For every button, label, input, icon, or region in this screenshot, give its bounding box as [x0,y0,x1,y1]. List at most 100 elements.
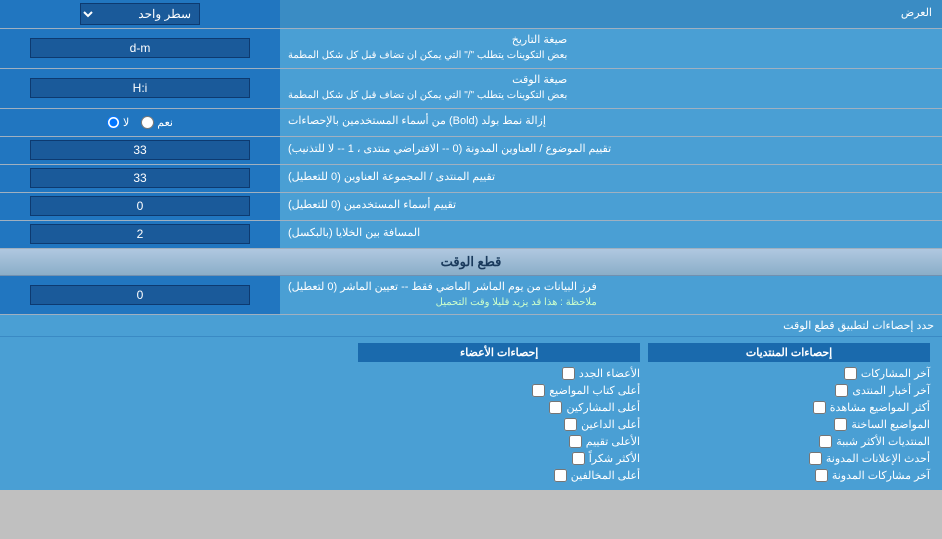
page-title: العرض [280,0,942,28]
cb-top-rated: الأعلى تقييم [358,433,640,450]
cb-new-members-input[interactable] [562,367,575,380]
cb-top-inviters: أعلى الداعين [358,416,640,433]
bold-remove-radio-group: نعم لا [107,116,173,129]
cb-most-thanked: الأكثر شكراً [358,450,640,467]
cutoff-input-cell [0,276,280,315]
radio-yes-input[interactable] [141,116,154,129]
radio-no: لا [107,116,129,129]
cutoff-row: فرز البيانات من يوم الماشر الماضي فقط --… [0,276,942,316]
cb-top-violators: أعلى المخالفين [358,467,640,484]
forum-order-text: تقييم المنتدى / المجموعة العناوين (0 للت… [288,170,495,185]
date-format-row: صيغة التاريخبعض التكوينات يتطلب "/" التي… [0,29,942,69]
cb-top-inviters-label: أعلى الداعين [581,418,640,431]
display-mode-cell: سطر واحد سطرين ثلاثة أسطر [0,0,280,28]
cb-top-violators-input[interactable] [554,469,567,482]
cb-last-blog-posts-label: آخر مشاركات المدونة [832,469,930,482]
cb-hot-topics-input[interactable] [834,418,847,431]
date-format-input-cell [0,29,280,68]
forum-order-input[interactable] [30,168,250,188]
gap-label: المسافة بين الخلايا (بالبكسل) [280,221,942,248]
cb-hot-topics: المواضيع الساخنة [648,416,930,433]
time-format-label: صيغة الوقتبعض التكوينات يتطلب "/" التي ي… [280,69,942,108]
stats-forums-col: إحصاءات المنتديات آخر المشاركات آخر أخبا… [644,343,934,484]
radio-no-label: لا [123,116,129,129]
cutoff-label: فرز البيانات من يوم الماشر الماضي فقط --… [280,276,942,315]
cb-last-news-input[interactable] [835,384,848,397]
cutoff-text: فرز البيانات من يوم الماشر الماضي فقط --… [288,280,597,311]
cb-top-rated-label: الأعلى تقييم [586,435,640,448]
stats-members-col: إحصاءات الأعضاء الأعضاء الجدد أعلى كتاب … [354,343,644,484]
display-mode-select[interactable]: سطر واحد سطرين ثلاثة أسطر [80,3,200,25]
topic-order-input-cell [0,137,280,164]
time-format-row: صيغة الوقتبعض التكوينات يتطلب "/" التي ي… [0,69,942,109]
cb-most-thanked-label: الأكثر شكراً [589,452,640,465]
cb-last-blog-posts: آخر مشاركات المدونة [648,467,930,484]
cb-new-members-label: الأعضاء الجدد [579,367,640,380]
forum-order-input-cell [0,165,280,192]
cb-top-rated-input[interactable] [569,435,582,448]
cb-popular-forums-input[interactable] [819,435,832,448]
cb-last-news-label: آخر أخبار المنتدى [852,384,930,397]
cutoff-section-header: قطع الوقت [0,249,942,276]
topic-order-text: تقييم الموضوع / العناوين المدونة (0 -- ا… [288,142,611,157]
cb-top-participants-input[interactable] [549,401,562,414]
bold-remove-row: إزالة نمط بولد (Bold) من أسماء المستخدمي… [0,109,942,137]
cb-new-members: الأعضاء الجدد [358,365,640,382]
title-row: العرض سطر واحد سطرين ثلاثة أسطر [0,0,942,29]
cb-most-thanked-input[interactable] [572,452,585,465]
cb-top-violators-label: أعلى المخالفين [571,469,640,482]
cutoff-input[interactable] [30,285,250,305]
radio-no-input[interactable] [107,116,120,129]
cb-latest-announcements-label: أحدث الإعلانات المدونة [826,452,930,465]
cb-top-writers: أعلى كتاب المواضيع [358,382,640,399]
cb-top-inviters-input[interactable] [564,418,577,431]
cb-hot-topics-label: المواضيع الساخنة [851,418,930,431]
stats-forums-header-text: إحصاءات المنتديات [746,347,832,359]
cb-top-participants: أعلى المشاركين [358,399,640,416]
topic-order-row: تقييم الموضوع / العناوين المدونة (0 -- ا… [0,137,942,165]
cb-popular-forums: المنتديات الأكثر شببة [648,433,930,450]
cb-top-participants-label: أعلى المشاركين [566,401,640,414]
stats-apply-text: حدد إحصاءات لتطبيق قطع الوقت [783,320,934,332]
cb-popular-forums-label: المنتديات الأكثر شببة [836,435,930,448]
gap-text: المسافة بين الخلايا (بالبكسل) [288,226,420,241]
forum-order-label: تقييم المنتدى / المجموعة العناوين (0 للت… [280,165,942,192]
bottom-section: إحصاءات المنتديات آخر المشاركات آخر أخبا… [0,337,942,490]
topic-order-label: تقييم الموضوع / العناوين المدونة (0 -- ا… [280,137,942,164]
gap-input-cell [0,221,280,248]
cb-top-writers-input[interactable] [532,384,545,397]
time-format-input[interactable] [30,78,250,98]
cb-latest-announcements: أحدث الإعلانات المدونة [648,450,930,467]
stats-apply-col [8,343,354,484]
usernames-order-input[interactable] [30,196,250,216]
cb-last-posts-input[interactable] [844,367,857,380]
bottom-grid: إحصاءات المنتديات آخر المشاركات آخر أخبا… [8,343,934,484]
radio-yes: نعم [141,116,173,129]
time-format-input-cell [0,69,280,108]
gap-input[interactable] [30,224,250,244]
date-format-text: صيغة التاريخبعض التكوينات يتطلب "/" التي… [288,33,567,64]
topic-order-input[interactable] [30,140,250,160]
bold-remove-radio-cell: نعم لا [0,109,280,136]
bold-remove-text: إزالة نمط بولد (Bold) من أسماء المستخدمي… [288,114,546,129]
usernames-order-label: تقييم أسماء المستخدمين (0 للتعطيل) [280,193,942,220]
date-format-input[interactable] [30,38,250,58]
cb-last-posts: آخر المشاركات [648,365,930,382]
radio-yes-label: نعم [157,116,173,129]
forum-order-row: تقييم المنتدى / المجموعة العناوين (0 للت… [0,165,942,193]
stats-forums-header: إحصاءات المنتديات [648,343,930,362]
stats-apply-row: حدد إحصاءات لتطبيق قطع الوقت [0,315,942,337]
page-title-text: العرض [901,6,932,21]
cb-last-posts-label: آخر المشاركات [861,367,930,380]
cb-latest-announcements-input[interactable] [809,452,822,465]
usernames-order-input-cell [0,193,280,220]
cb-most-viewed: أكثر المواضيع مشاهدة [648,399,930,416]
stats-members-header: إحصاءات الأعضاء [358,343,640,362]
main-container: العرض سطر واحد سطرين ثلاثة أسطر صيغة الت… [0,0,942,490]
cb-last-blog-posts-input[interactable] [815,469,828,482]
time-format-text: صيغة الوقتبعض التكوينات يتطلب "/" التي ي… [288,73,567,104]
cutoff-header-text: قطع الوقت [441,254,502,269]
cb-most-viewed-label: أكثر المواضيع مشاهدة [830,401,930,414]
bold-remove-label: إزالة نمط بولد (Bold) من أسماء المستخدمي… [280,109,942,136]
cb-most-viewed-input[interactable] [813,401,826,414]
